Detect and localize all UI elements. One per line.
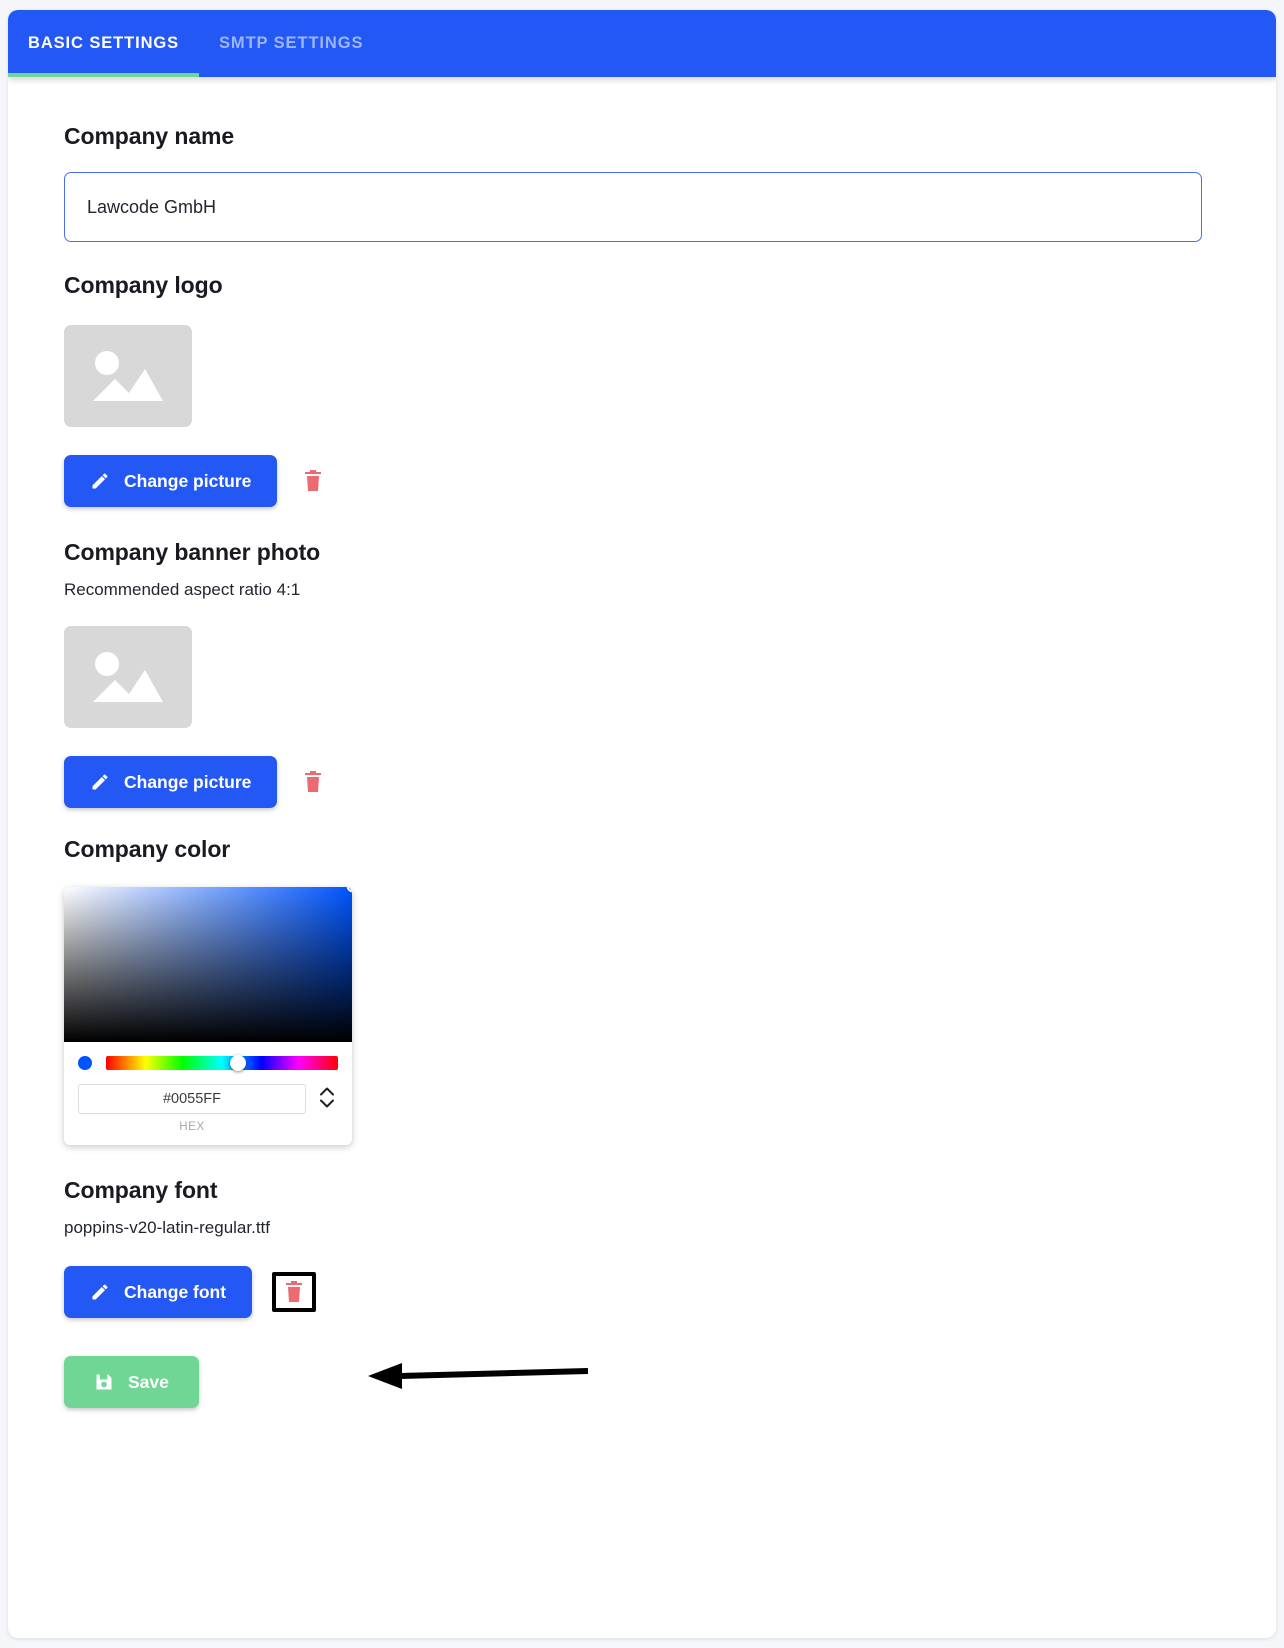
pencil-icon: [92, 1284, 108, 1300]
hex-color-input[interactable]: [78, 1084, 306, 1114]
hex-field-wrapper: HEX: [78, 1084, 306, 1133]
tab-smtp-settings-label: SMTP SETTINGS: [219, 34, 364, 52]
settings-content: Company name Company logo Change picture: [8, 77, 1276, 1408]
company-logo-preview: [64, 325, 192, 427]
company-name-heading: Company name: [64, 123, 235, 149]
save-floppy-icon: [96, 1374, 112, 1390]
change-logo-label: Change picture: [124, 470, 252, 491]
company-logo-actions: Change picture: [64, 455, 1220, 507]
color-saturation-pointer[interactable]: [346, 887, 352, 893]
image-placeholder-icon: [93, 652, 163, 702]
company-banner-preview: [64, 626, 192, 728]
app-page: BASIC SETTINGS SMTP SETTINGS Company nam…: [0, 0, 1284, 1648]
company-font-heading: Company font: [64, 1177, 218, 1203]
tab-smtp-settings[interactable]: SMTP SETTINGS: [199, 10, 383, 77]
delete-banner-button[interactable]: [297, 764, 329, 800]
company-font-filename: poppins-v20-latin-regular.ttf: [64, 1218, 271, 1237]
company-font-actions: Change font: [64, 1266, 1220, 1318]
tab-bar: BASIC SETTINGS SMTP SETTINGS: [8, 10, 1276, 77]
pencil-icon: [92, 473, 108, 489]
hue-row: [78, 1055, 338, 1071]
color-picker-controls: HEX: [64, 1042, 352, 1145]
change-banner-label: Change picture: [124, 771, 252, 792]
company-name-field[interactable]: [64, 172, 1202, 242]
change-font-label: Change font: [124, 1281, 227, 1302]
save-button[interactable]: Save: [64, 1356, 199, 1408]
hue-slider-thumb[interactable]: [230, 1055, 247, 1071]
company-color-heading: Company color: [64, 836, 231, 862]
color-picker[interactable]: HEX: [64, 887, 352, 1145]
change-logo-button[interactable]: Change picture: [64, 455, 278, 507]
trash-icon: [286, 1281, 303, 1302]
delete-font-button[interactable]: [272, 1272, 317, 1312]
company-banner-actions: Change picture: [64, 756, 1220, 808]
pencil-icon: [92, 774, 108, 790]
tab-basic-settings-label: BASIC SETTINGS: [28, 34, 180, 52]
color-format-stepper[interactable]: [316, 1084, 338, 1108]
hex-input-row: HEX: [78, 1084, 338, 1133]
company-name-input[interactable]: [85, 195, 1181, 219]
change-font-button[interactable]: Change font: [64, 1266, 253, 1318]
chevron-down-icon[interactable]: [320, 1099, 334, 1108]
delete-logo-button[interactable]: [297, 463, 329, 499]
tab-basic-settings[interactable]: BASIC SETTINGS: [8, 10, 200, 77]
company-banner-hint: Recommended aspect ratio 4:1: [64, 580, 301, 599]
company-logo-heading: Company logo: [64, 272, 223, 298]
trash-icon: [305, 771, 322, 792]
company-banner-heading: Company banner photo: [64, 539, 321, 565]
image-placeholder-icon: [93, 351, 163, 401]
current-color-swatch: [78, 1056, 92, 1070]
change-banner-button[interactable]: Change picture: [64, 756, 278, 808]
hue-slider[interactable]: [106, 1055, 338, 1071]
settings-card: BASIC SETTINGS SMTP SETTINGS Company nam…: [8, 10, 1276, 1638]
color-saturation-area[interactable]: [64, 887, 352, 1042]
save-label: Save: [128, 1371, 169, 1392]
chevron-up-icon[interactable]: [320, 1087, 334, 1096]
hex-label: HEX: [179, 1121, 205, 1133]
trash-icon: [305, 470, 322, 491]
